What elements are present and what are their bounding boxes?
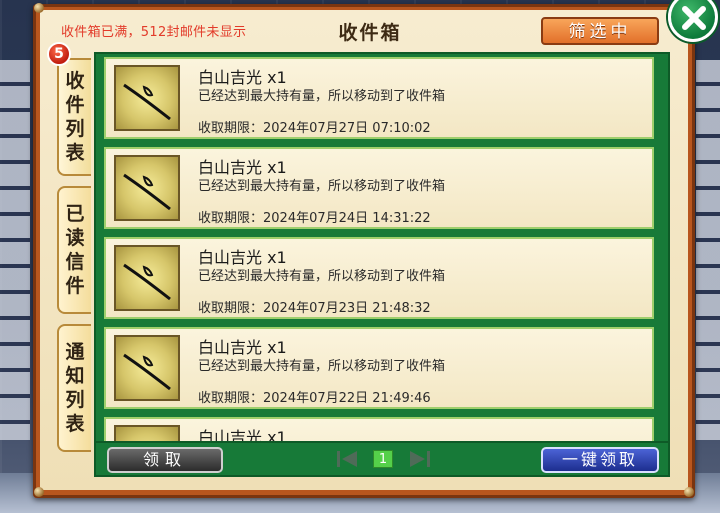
- inbox-full-warning: 收件箱已满，512封邮件未显示: [61, 25, 247, 40]
- background-shoji-right: [696, 60, 720, 440]
- claim-all-button[interactable]: 一键领取: [541, 447, 659, 473]
- tab-label-char: 表: [65, 142, 85, 164]
- mail-list: 白山吉光 x1 已经达到最大持有量，所以移动到了收件箱 收取期限：2024年07…: [94, 52, 670, 443]
- mail-item[interactable]: 白山吉光 x1 已经达到最大持有量，所以移动到了收件箱 收取期限：2024年07…: [104, 237, 654, 319]
- sword-icon: [114, 245, 180, 311]
- tab-label-char: 已: [65, 203, 85, 225]
- tab-label: 已读信件: [65, 202, 84, 298]
- unread-count-badge: 5: [47, 42, 71, 66]
- sword-icon: [114, 65, 180, 131]
- mail-item-deadline: 收取期限：2024年07月27日 07:10:02: [198, 121, 431, 136]
- frame-rivet: [684, 487, 694, 497]
- tab-label-char: 列: [65, 118, 85, 140]
- mail-item-deadline: 收取期限：2024年07月22日 21:49:46: [198, 391, 431, 406]
- sword-icon: [114, 155, 180, 221]
- mail-item[interactable]: 白山吉光 x1 已经达到最大持有量，所以移动到了收件箱 收取期限：2024年07…: [104, 327, 654, 409]
- tab-label: 收件列表: [65, 69, 84, 165]
- page-number: 1: [373, 450, 393, 468]
- frame-rivet: [34, 487, 44, 497]
- mail-item-description: 已经达到最大持有量，所以移动到了收件箱: [198, 89, 446, 104]
- tab-label-char: 表: [65, 413, 85, 435]
- tab-label-char: 信: [65, 251, 85, 273]
- mail-item-description: 已经达到最大持有量，所以移动到了收件箱: [198, 269, 446, 284]
- tab-label-char: 知: [65, 365, 85, 387]
- page-title: 收件箱: [338, 22, 402, 44]
- last-page-icon[interactable]: [408, 449, 432, 469]
- tab-read-mail[interactable]: 已读信件: [57, 186, 91, 314]
- filter-button[interactable]: 筛选中: [541, 17, 659, 45]
- tab-label-char: 列: [65, 389, 85, 411]
- tab-label: 通知列表: [65, 340, 84, 436]
- mail-item-deadline: 收取期限：2024年07月24日 14:31:22: [198, 211, 431, 226]
- mail-item-description: 已经达到最大持有量，所以移动到了收件箱: [198, 179, 446, 194]
- frame-rivet: [34, 3, 44, 13]
- mail-item[interactable]: 白山吉光 x1 已经达到最大持有量，所以移动到了收件箱 收取期限：2024年07…: [104, 57, 654, 139]
- tab-label-char: 收: [65, 70, 85, 92]
- close-icon: [682, 6, 706, 30]
- mail-item[interactable]: 白山吉光 x1 已经达到最大持有量，所以移动到了收件箱 收取期限：2024年07…: [104, 147, 654, 229]
- first-page-icon[interactable]: [335, 449, 359, 469]
- tab-label-char: 件: [65, 94, 85, 116]
- mail-item[interactable]: 白山吉光 x1: [104, 417, 654, 443]
- sword-icon: [114, 335, 180, 401]
- sword-icon: [114, 425, 180, 441]
- mail-item-name: 白山吉光 x1: [198, 428, 287, 443]
- claim-button[interactable]: 领取: [107, 447, 223, 473]
- tab-label-char: 通: [65, 341, 85, 363]
- mail-item-description: 已经达到最大持有量，所以移动到了收件箱: [198, 359, 446, 374]
- mail-item-deadline: 收取期限：2024年07月23日 21:48:32: [198, 301, 431, 316]
- background-shoji-left: [0, 60, 30, 440]
- tab-label-char: 件: [65, 275, 85, 297]
- tab-notification-list[interactable]: 通知列表: [57, 324, 91, 452]
- tab-inbox-list[interactable]: 收件列表: [57, 58, 91, 176]
- tab-label-char: 读: [65, 227, 85, 249]
